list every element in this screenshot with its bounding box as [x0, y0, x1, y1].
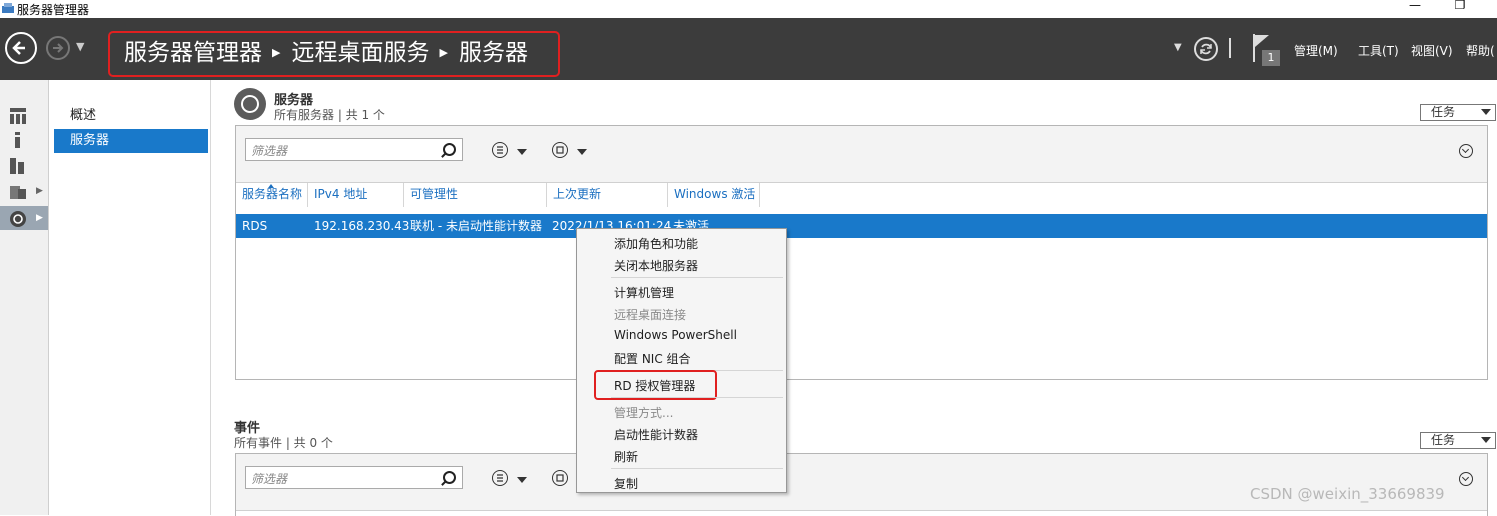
menu-help[interactable]: 帮助(: [1466, 42, 1495, 59]
servers-section-icon: [234, 88, 266, 120]
search-icon[interactable]: [443, 143, 456, 156]
file-storage-icon[interactable]: [10, 183, 26, 199]
tasks-dropdown-icon: [1481, 437, 1491, 443]
servers-section-subtitle: 所有服务器 | 共 1 个: [274, 108, 385, 122]
menu-separator: [611, 397, 783, 398]
menu-tools[interactable]: 工具(T): [1358, 42, 1399, 59]
window-title: 服务器管理器: [17, 3, 90, 17]
save-query-dropdown-icon[interactable]: [577, 149, 587, 155]
cell-server-name: RDS: [242, 219, 268, 233]
dashboard-icon[interactable]: [10, 108, 26, 124]
column-ipv4[interactable]: IPv4 地址: [308, 183, 404, 207]
subnav-item-overview[interactable]: 概述: [54, 104, 208, 128]
collapse-toggle-icon[interactable]: [1459, 472, 1473, 486]
tasks-label: 任务: [1431, 105, 1456, 119]
table-row[interactable]: RDS 192.168.230.43 联机 - 未启动性能计数器 2022/1/…: [236, 214, 1487, 238]
forward-button[interactable]: [46, 36, 70, 60]
annotation-highlight-box: [594, 370, 717, 400]
search-icon[interactable]: [443, 471, 456, 484]
minimize-button[interactable]: —: [1400, 0, 1430, 16]
menu-item-remote-desktop-connection[interactable]: 远程桌面连接: [614, 306, 686, 323]
events-filter-input[interactable]: [249, 469, 443, 488]
refresh-dropdown-icon[interactable]: ▼: [1174, 42, 1182, 104]
events-filter[interactable]: [245, 466, 463, 489]
servers-toolbar: [236, 126, 1487, 183]
list-options-dropdown-icon[interactable]: [517, 149, 527, 155]
context-menu: 添加角色和功能 关闭本地服务器 计算机管理 远程桌面连接 Windows Pow…: [576, 228, 787, 493]
notification-count-badge: 1: [1262, 50, 1280, 66]
menu-item-add-roles[interactable]: 添加角色和功能: [614, 235, 698, 252]
list-options-icon[interactable]: [492, 142, 508, 158]
server-manager-app-icon: [2, 3, 14, 13]
menu-item-copy[interactable]: 复制: [614, 475, 638, 492]
expand-arrow-icon[interactable]: ▶: [36, 186, 43, 196]
column-manageability[interactable]: 可管理性: [404, 183, 547, 207]
history-dropdown-icon[interactable]: ▼: [76, 40, 84, 53]
breadcrumb-separator-icon: ▶: [439, 46, 448, 59]
menu-item-manage-as[interactable]: 管理方式...: [614, 404, 673, 421]
forward-arrow-icon: [53, 43, 64, 53]
local-server-icon[interactable]: [10, 132, 26, 148]
list-options-dropdown-icon[interactable]: [517, 477, 527, 483]
column-windows-activation[interactable]: Windows 激活: [668, 183, 760, 207]
subnav-item-servers[interactable]: 服务器: [54, 129, 208, 153]
menu-item-configure-nic-teaming[interactable]: 配置 NIC 组合: [614, 350, 691, 367]
menu-manage[interactable]: 管理(M): [1294, 42, 1338, 59]
maximize-button[interactable]: ❐: [1445, 0, 1475, 16]
save-query-icon[interactable]: [552, 470, 568, 486]
all-servers-icon[interactable]: [10, 158, 26, 174]
back-button[interactable]: [5, 32, 37, 64]
expand-arrow-icon[interactable]: ▶: [36, 213, 43, 223]
menu-separator: [611, 468, 783, 469]
column-server-name[interactable]: 服务器名称: [236, 183, 308, 207]
header-divider: [1229, 38, 1231, 58]
list-options-icon[interactable]: [492, 470, 508, 486]
menu-view[interactable]: 视图(V): [1411, 42, 1453, 59]
refresh-button[interactable]: [1194, 37, 1218, 61]
refresh-icon: [1200, 43, 1212, 55]
menu-item-refresh[interactable]: 刷新: [614, 448, 638, 465]
events-section-subtitle: 所有事件 | 共 0 个: [234, 436, 333, 450]
collapse-toggle-icon[interactable]: [1459, 144, 1473, 158]
breadcrumb: 服务器管理器 ▶ 远程桌面服务 ▶ 服务器: [108, 31, 560, 77]
servers-filter-input[interactable]: [249, 141, 443, 160]
cell-manageability: 联机 - 未启动性能计数器: [410, 219, 542, 233]
header-bar: ▼ 服务器管理器 ▶ 远程桌面服务 ▶ 服务器 ▼ 1 管理(M) 工具(T) 视图(V…: [0, 18, 1497, 80]
servers-filter[interactable]: [245, 138, 463, 161]
servers-tasks-button[interactable]: 任务: [1420, 104, 1496, 121]
subnav-panel: 概述 服务器: [49, 80, 211, 515]
back-arrow-icon: [12, 41, 25, 55]
cell-ipv4: 192.168.230.43: [314, 219, 410, 233]
breadcrumb-separator-icon: ▶: [272, 46, 281, 59]
title-bar: 服务器管理器 — ❐: [0, 0, 1497, 18]
breadcrumb-item-servers[interactable]: 服务器: [459, 40, 528, 66]
column-last-update[interactable]: 上次更新: [547, 183, 668, 207]
left-icon-nav: ▶ ▶: [0, 80, 49, 515]
watermark: CSDN @weixin_33669839: [1250, 485, 1445, 503]
breadcrumb-item-rds[interactable]: 远程桌面服务: [291, 40, 429, 66]
notifications-button[interactable]: 1: [1251, 34, 1281, 68]
tasks-dropdown-icon: [1481, 109, 1491, 115]
tasks-label: 任务: [1431, 433, 1456, 447]
menu-item-windows-powershell[interactable]: Windows PowerShell: [614, 328, 737, 342]
save-query-icon[interactable]: [552, 142, 568, 158]
breadcrumb-item-server-manager[interactable]: 服务器管理器: [124, 40, 262, 66]
remote-desktop-services-icon: [10, 211, 26, 227]
flag-icon: [1255, 35, 1269, 47]
menu-item-start-performance-counters[interactable]: 启动性能计数器: [614, 426, 698, 443]
menu-item-computer-management[interactable]: 计算机管理: [614, 284, 674, 301]
events-tasks-button[interactable]: 任务: [1420, 432, 1496, 449]
menu-separator: [611, 277, 783, 278]
menu-item-shutdown-local-server[interactable]: 关闭本地服务器: [614, 257, 698, 274]
servers-panel: 服务器名称 IPv4 地址 可管理性 上次更新 Windows 激活 RDS 1…: [235, 125, 1488, 380]
